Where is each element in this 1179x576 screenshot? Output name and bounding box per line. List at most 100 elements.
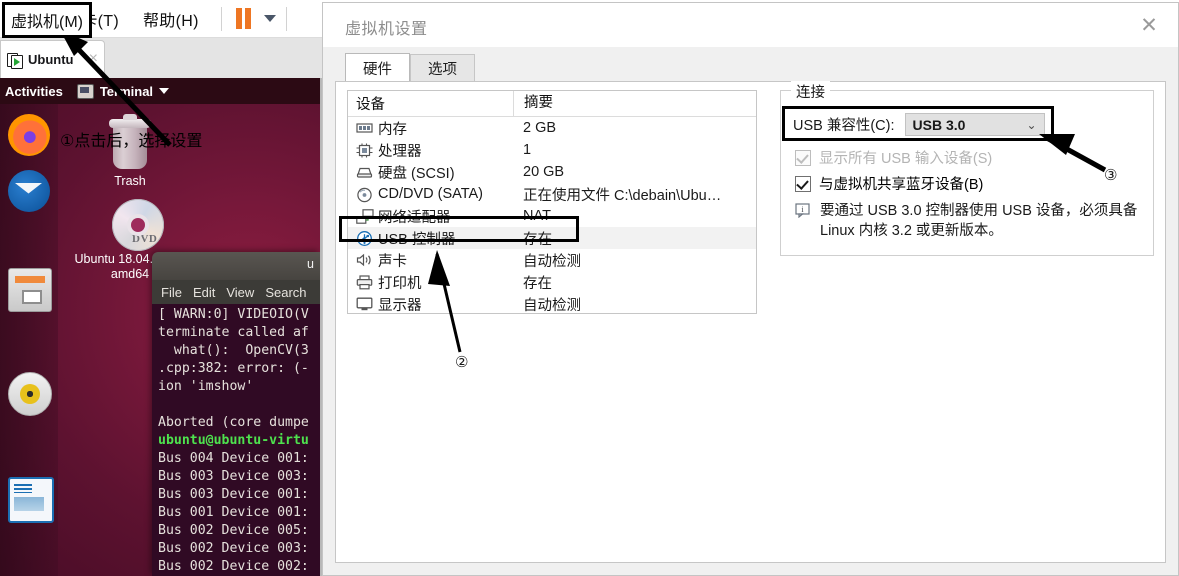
- checkbox-show-all-usb-devices-label: 显示所有 USB 输入设备(S): [819, 151, 993, 167]
- dialog-tabs: 硬件 选项: [345, 53, 475, 82]
- device-row-cpu[interactable]: 处理器 1: [348, 139, 756, 161]
- desktop-icon-trash-label: Trash: [114, 174, 146, 188]
- menu-item-vm-highlight[interactable]: 虚拟机(M): [2, 2, 92, 38]
- network-icon: [356, 208, 374, 224]
- dock-thunderbird-icon[interactable]: [8, 170, 50, 212]
- device-row-label: 声卡: [378, 253, 407, 270]
- device-list-rows: 内存 2 GB 处理器 1 硬盘 (SCSI) 20 GB CD/DVD (SATA) 正在使…: [348, 117, 756, 315]
- device-row-summary: 自动检测: [523, 253, 581, 270]
- device-row-summary: 存在: [523, 275, 552, 292]
- vm-tab-icon: [7, 52, 23, 69]
- terminal-line: Aborted (core dumpe: [158, 415, 309, 430]
- chevron-down-icon[interactable]: [263, 15, 276, 22]
- device-row-label: 打印机: [378, 275, 422, 292]
- menubar-divider: [285, 6, 287, 31]
- terminal-window[interactable]: u File Edit View Search [ WARN:0] VIDEOI…: [152, 252, 320, 576]
- device-row-sound[interactable]: 声卡 自动检测: [348, 249, 756, 271]
- terminal-menu-file[interactable]: File: [161, 285, 182, 300]
- terminal-menu-edit[interactable]: Edit: [193, 285, 215, 300]
- checkbox-show-all-usb-devices[interactable]: 显示所有 USB 输入设备(S): [795, 147, 992, 168]
- terminal-line: what(): OpenCV(3: [158, 343, 309, 358]
- device-row-usb[interactable]: USB 控制器 存在: [348, 227, 756, 249]
- device-row-label: 内存: [378, 121, 407, 138]
- pause-icon: [235, 8, 242, 29]
- close-icon[interactable]: ×: [89, 50, 98, 68]
- menu-item-vm-label: 虚拟机(M): [11, 14, 83, 31]
- usb-compatibility-select[interactable]: USB 3.0 ⌄: [904, 113, 1045, 136]
- usb-icon: [356, 230, 373, 246]
- checkbox-share-bluetooth-label: 与虚拟机共享蓝牙设备(B): [819, 177, 984, 193]
- annotation-step1-text: 点击后，选择设置: [74, 133, 203, 150]
- connection-group-legend: 连接: [791, 81, 830, 102]
- terminal-output[interactable]: [ WARN:0] VIDEOIO(V terminate called af w…: [152, 304, 320, 576]
- device-row-label: CD/DVD (SATA): [378, 186, 483, 202]
- terminal-line: .cpp:382: error: (-: [158, 361, 309, 376]
- cpu-icon: [356, 143, 373, 158]
- cddvd-icon: [356, 187, 373, 202]
- checkbox-share-bluetooth[interactable]: 与虚拟机共享蓝牙设备(B): [795, 173, 983, 194]
- display-icon: [356, 297, 373, 312]
- device-row-cddvd[interactable]: CD/DVD (SATA) 正在使用文件 C:\debain\Ubu…: [348, 183, 756, 205]
- topbar-app-menu[interactable]: Terminal: [76, 83, 170, 99]
- checkbox-icon: [795, 175, 811, 192]
- annotation-step3-number: ③: [1104, 167, 1118, 184]
- dock-writer-icon[interactable]: [8, 477, 54, 523]
- close-icon[interactable]: ✕: [1134, 11, 1164, 39]
- ubuntu-desktop: Trash DVD Ubuntu 18.04.5 LTS amd64 u Fil…: [0, 104, 320, 576]
- device-row-memory[interactable]: 内存 2 GB: [348, 117, 756, 139]
- device-row-label: 硬盘 (SCSI): [378, 165, 455, 182]
- tab-hardware[interactable]: 硬件: [345, 53, 410, 82]
- menubar-divider: [220, 6, 222, 31]
- device-row-summary: 1: [523, 142, 532, 158]
- usb-kernel-note-line2: Linux 内核 3.2 或更新版本。: [820, 223, 1003, 239]
- device-row-summary: NAT: [523, 208, 551, 224]
- terminal-line: Bus 004 Device 001:: [158, 451, 309, 466]
- terminal-menubar: File Edit View Search: [152, 280, 320, 304]
- dialog-title: 虚拟机设置: [345, 21, 428, 38]
- memory-icon: [356, 121, 373, 136]
- annotation-step1: ①点击后，选择设置: [60, 127, 202, 151]
- annotation-step1-number: ①: [60, 133, 75, 150]
- device-row-summary: 存在: [523, 231, 552, 248]
- vmware-host-window: . 选项卡(T) 帮助(H) 虚拟机(M) Ubuntu × Activitie…: [0, 0, 1179, 576]
- dock-files-icon[interactable]: [8, 268, 52, 312]
- vm-tab-ubuntu[interactable]: Ubuntu ×: [0, 40, 105, 78]
- device-row-label: 显示器: [378, 297, 422, 314]
- dialog-titlebar: 虚拟机设置 ✕: [323, 3, 1178, 47]
- terminal-line: [ WARN:0] VIDEOIO(V: [158, 307, 309, 322]
- dvd-icon-text: DVD: [132, 233, 158, 245]
- dock-rhythmbox-icon[interactable]: [8, 372, 52, 416]
- terminal-line: Bus 002 Device 005:: [158, 523, 309, 538]
- connection-group: 连接 USB 兼容性(C): USB 3.0 ⌄ 显示所有 USB 输入设备(S…: [780, 81, 1154, 256]
- terminal-line: Bus 001 Device 001:: [158, 505, 309, 520]
- checkbox-icon: [795, 149, 811, 166]
- dialog-hardware-panel: 设备 摘要 内存 2 GB 处理器 1 硬盘 (SCSI) 20 GB CD/DVD (SA…: [335, 81, 1166, 563]
- terminal-line: ion 'imshow': [158, 379, 254, 394]
- ubuntu-dock: [0, 104, 58, 576]
- column-header-device: 设备: [356, 97, 385, 113]
- device-row-summary: 正在使用文件 C:\debain\Ubu…: [523, 187, 722, 204]
- gnome-topbar: Activities Terminal: [0, 78, 320, 104]
- usb-compatibility-label: USB 兼容性(C):: [793, 118, 895, 134]
- vm-settings-dialog: 虚拟机设置 ✕ 硬件 选项 设备 摘要 内存 2 GB 处理器 1 硬盘 (SCSI) 2…: [322, 2, 1179, 576]
- terminal-icon: [76, 83, 94, 99]
- dock-firefox-icon[interactable]: [8, 114, 50, 156]
- menu-item-help[interactable]: 帮助(H): [131, 3, 211, 35]
- device-row-network[interactable]: 网络适配器 NAT: [348, 205, 756, 227]
- device-row-printer[interactable]: 打印机 存在: [348, 271, 756, 293]
- dialog-body: 硬件 选项 设备 摘要 内存 2 GB 处理器 1 硬盘 (SCSI) 20 GB CD/D…: [323, 47, 1178, 575]
- harddisk-icon: [356, 165, 373, 180]
- usb-compatibility-row: USB 兼容性(C): USB 3.0 ⌄: [793, 113, 1045, 136]
- usb-compatibility-value: USB 3.0: [912, 116, 966, 133]
- activities-button[interactable]: Activities: [5, 84, 63, 99]
- vm-tab-label: Ubuntu: [28, 52, 74, 67]
- device-row-display[interactable]: 显示器 自动检测: [348, 293, 756, 315]
- terminal-line: terminate called af: [158, 325, 309, 340]
- pause-button[interactable]: [232, 8, 255, 29]
- tab-options[interactable]: 选项: [410, 54, 475, 82]
- device-row-harddisk[interactable]: 硬盘 (SCSI) 20 GB: [348, 161, 756, 183]
- device-list[interactable]: 设备 摘要 内存 2 GB 处理器 1 硬盘 (SCSI) 20 GB CD/DVD (SA…: [347, 90, 757, 314]
- terminal-menu-view[interactable]: View: [226, 285, 254, 300]
- terminal-menu-search[interactable]: Search: [265, 285, 306, 300]
- device-row-label: 处理器: [378, 143, 422, 160]
